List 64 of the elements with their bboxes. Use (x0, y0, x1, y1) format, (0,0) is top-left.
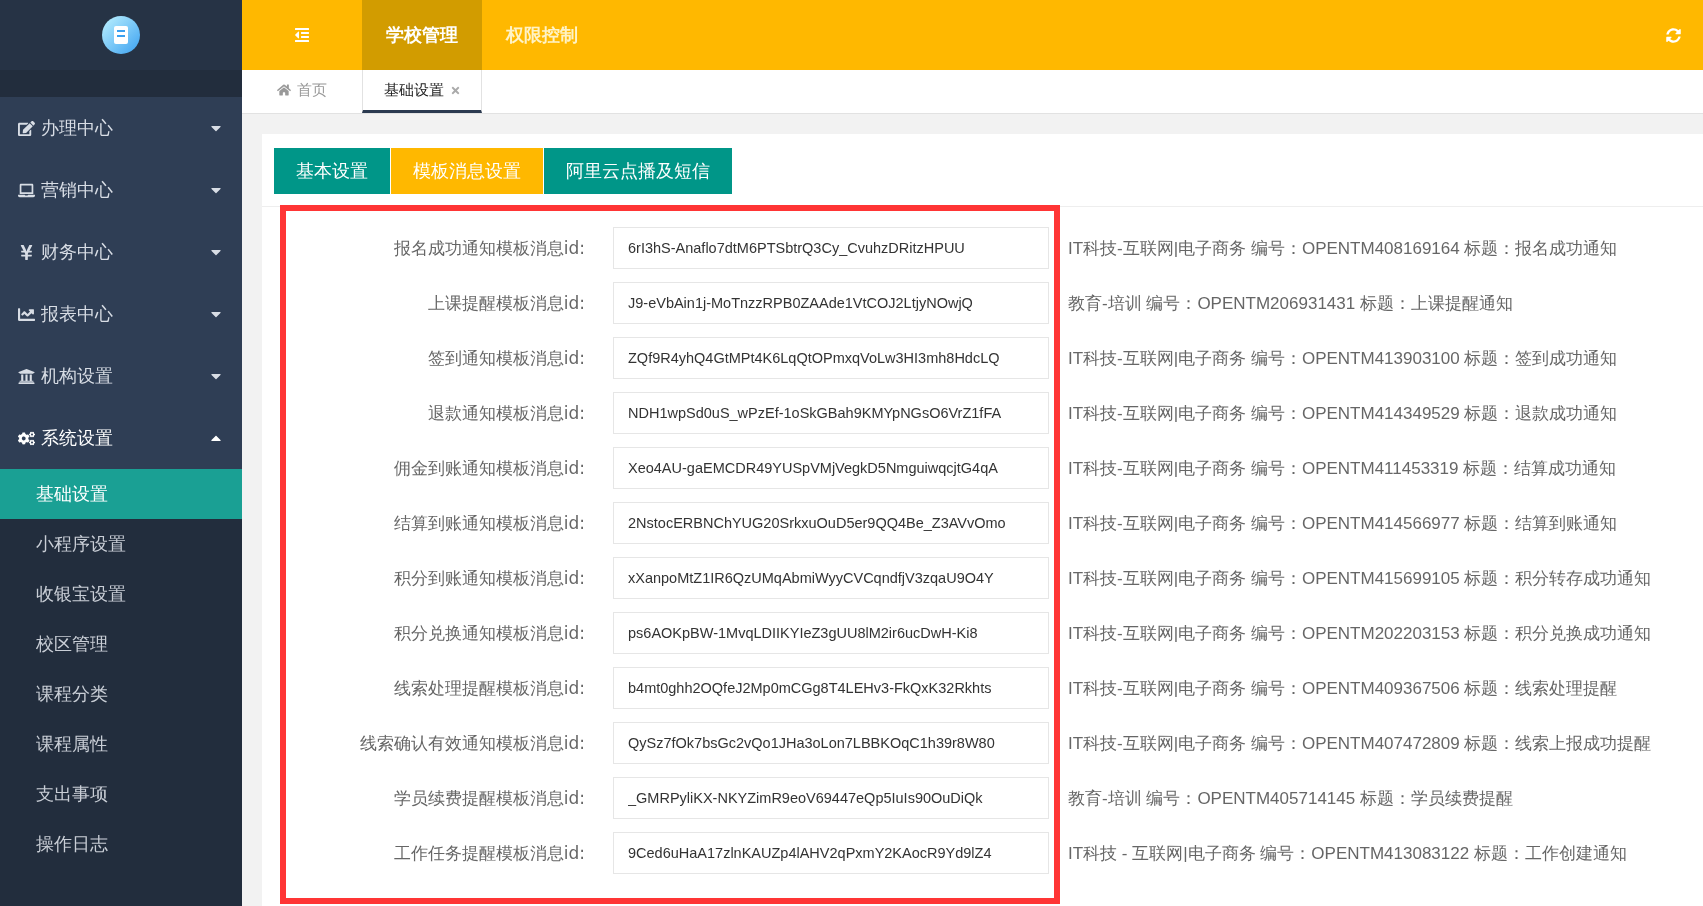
template-description: IT科技 - 互联网|电子商务 编号：OPENTM413083122 标题：工作创建通知 (1068, 842, 1627, 865)
sidebar-item[interactable]: 操作日志 (0, 819, 242, 869)
field-label: 积分兑换通知模板消息id: (392, 621, 585, 645)
yen-icon (18, 243, 35, 261)
field-label: 线索处理提醒模板消息id: (392, 676, 585, 700)
input-field[interactable]: 2NstocERBNChYUG20SrkxuOuD5er9QQ4Be_Z3AVvOmo (613, 502, 1049, 544)
template-description: IT科技-互联网|电子商务 编号：OPENTM409367506 标题：线索处理提醒 (1068, 677, 1618, 700)
bank-building-icon (18, 367, 35, 385)
field-label: 积分到账通知模板消息id: (392, 566, 585, 590)
sidebar-menu[interactable]: 机构设置 (0, 345, 242, 407)
page-tab[interactable]: 基础设置 (362, 70, 482, 113)
template-description: IT科技-互联网|电子商务 编号：OPENTM202203153 标题：积分兑换成功通知 (1068, 622, 1652, 645)
tab-label: 基础设置 (383, 80, 444, 100)
menu-icon (294, 27, 310, 43)
sidebar-item[interactable]: 支出事项 (0, 769, 242, 819)
sidebar-menu[interactable]: 办理中心 (0, 97, 242, 159)
template-description: IT科技-互联网|电子商务 编号：OPENTM407472809 标题：线索上报成功提醒 (1068, 732, 1652, 755)
input-field[interactable]: J9-eVbAin1j-MoTnzzRPB0ZAAde1VtCOJ2LtjyNOwjQ (613, 282, 1049, 324)
settings-tab[interactable]: 基本设置 (274, 148, 390, 194)
line-chart-icon (18, 305, 35, 323)
template-description: IT科技-互联网|电子商务 编号：OPENTM414349529 标题：退款成功通知 (1068, 402, 1618, 425)
template-description: 教育-培训 编号：OPENTM405714145 标题：学员续费提醒 (1068, 787, 1513, 810)
template-description: 教育-培训 编号：OPENTM206931431 标题：上课提醒通知 (1068, 292, 1513, 315)
input-field[interactable]: 6rI3hS-Anaflo7dtM6PTSbtrQ3Cy_CvuhzDRitzHPUU (613, 227, 1049, 269)
sidebar-item[interactable]: 校区管理 (0, 619, 242, 669)
sidebar-item[interactable]: 小程序设置 (0, 519, 242, 569)
field-label: 签到通知模板消息id: (426, 346, 585, 370)
sidebar-item[interactable]: 收银宝设置 (0, 569, 242, 619)
home-icon (277, 83, 291, 97)
gears-icon (18, 429, 35, 447)
field-label: 佣金到账通知模板消息id: (392, 456, 585, 480)
input-field[interactable]: ZQf9R4yhQ4GtMPt4K6LqQtOPmxqVoLw3HI3mh8HdcLQ (613, 337, 1049, 379)
sidebar-menu[interactable]: 系统设置 (0, 407, 242, 469)
tab-label: 首页 (297, 80, 327, 100)
input-field[interactable]: b4mt0ghh2OQfeJ2Mp0mCGg8T4LEHv3-FkQxK32Rkhts (613, 667, 1049, 709)
sidebar-item[interactable]: 课程分类 (0, 669, 242, 719)
sidebar-item[interactable]: 课程属性 (0, 719, 242, 769)
settings-tab[interactable]: 阿里云点播及短信 (544, 148, 732, 194)
field-label: 退款通知模板消息id: (426, 401, 585, 425)
template-description: IT科技-互联网|电子商务 编号：OPENTM413903100 标题：签到成功通知 (1068, 347, 1618, 370)
laptop-icon (18, 181, 35, 199)
input-field[interactable]: Xeo4AU-gaEMCDR49YUSpVMjVegkD5NmguiwqcjtG4qA (613, 447, 1049, 489)
input-field[interactable]: QySz7fOk7bsGc2vQo1JHa3oLon7LBBKOqC1h39r8W80 (613, 722, 1049, 764)
input-field[interactable]: xXanpoMtZ1IR6QzUMqAbmiWyyCVCqndfjV3zqaU9O4Y (613, 557, 1049, 599)
field-label: 线索确认有效通知模板消息id: (358, 731, 585, 755)
sidebar-menu[interactable]: 财务中心 (0, 221, 242, 283)
template-description: IT科技-互联网|电子商务 编号：OPENTM414566977 标题：结算到账通知 (1068, 512, 1618, 535)
sidebar-menu[interactable]: 报表中心 (0, 283, 242, 345)
close-icon[interactable] (449, 84, 461, 96)
input-field[interactable]: ps6AOKpBW-1MvqLDIIKYIeZ3gUU8lM2ir6ucDwH-Ki8 (613, 612, 1049, 654)
field-label: 结算到账通知模板消息id: (392, 511, 585, 535)
input-field[interactable]: _GMRPyliKX-NKYZimR9eoV69447eQp5IuIs90OuDiQk (613, 777, 1049, 819)
field-label: 工作任务提醒模板消息id: (392, 841, 585, 865)
field-label: 报名成功通知模板消息id: (392, 236, 585, 260)
template-description: IT科技-互联网|电子商务 编号：OPENTM415699105 标题：积分转存成功通知 (1068, 567, 1652, 590)
template-description: IT科技-互联网|电子商务 编号：OPENTM411453319 标题：结算成功通知 (1068, 457, 1617, 480)
input-field[interactable]: NDH1wpSd0uS_wPzEf-1oSkGBah9KMYpNGsO6VrZ1fFA (613, 392, 1049, 434)
field-label: 上课提醒模板消息id: (426, 291, 585, 315)
sidebar-menu[interactable]: 营销中心 (0, 159, 242, 221)
input-field[interactable]: 9Ced6uHaA17zlnKAUZp4lAHV2qPxmY2KAocR9Yd9lZ4 (613, 832, 1049, 874)
refresh-icon (1665, 27, 1681, 43)
logo-icon (102, 16, 140, 54)
template-description: IT科技-互联网|电子商务 编号：OPENTM408169164 标题：报名成功通知 (1068, 237, 1618, 260)
field-label: 学员续费提醒模板消息id: (392, 786, 585, 810)
